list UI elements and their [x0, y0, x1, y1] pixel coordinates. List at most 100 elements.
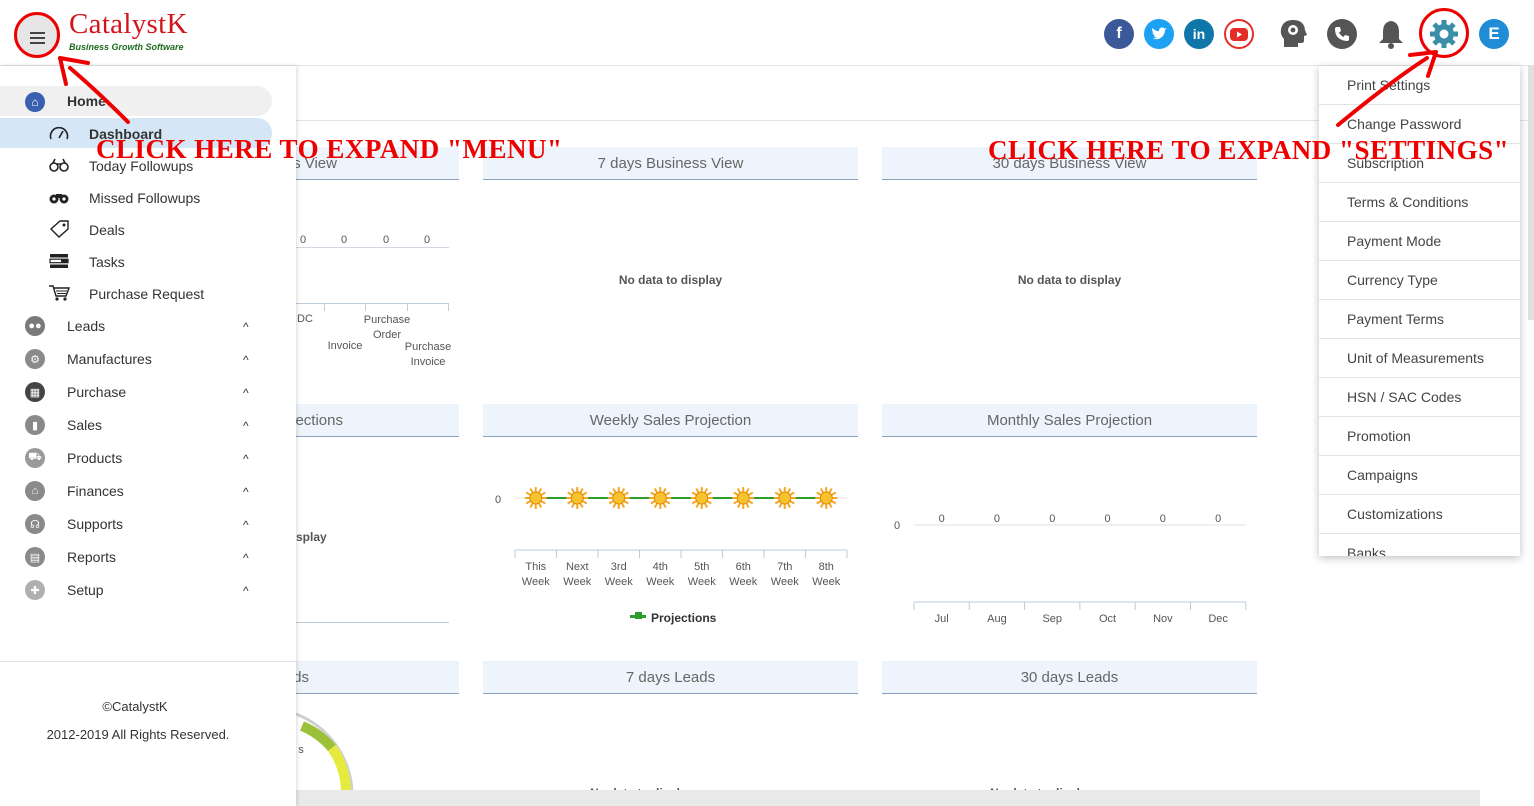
settings-item-customizations[interactable]: Customizations — [1319, 495, 1520, 534]
data-point — [566, 487, 589, 509]
x-tick-label: Week — [605, 576, 633, 588]
x-tick-label: Oct — [1099, 613, 1116, 625]
legend-label: Projections — [651, 611, 717, 625]
settings-gear-icon[interactable] — [1429, 19, 1459, 49]
expand-caret-icon: ^ — [243, 452, 249, 466]
weekly-sales-projection-title: Weekly Sales Projection — [483, 404, 858, 437]
bar-chart-icon: ▮ — [25, 415, 45, 435]
seven-days-leads-title: 7 days Leads — [483, 661, 858, 694]
facebook-icon[interactable]: f — [1104, 19, 1134, 49]
x-tick-label: 8th — [819, 561, 834, 573]
tag-icon — [48, 220, 70, 238]
x-tick-label: Week — [522, 576, 550, 588]
x-tick-label: Week — [646, 576, 674, 588]
sidebar-item-deals[interactable]: Deals — [0, 214, 272, 244]
head-gear-icon[interactable] — [1279, 19, 1309, 49]
sidebar-item-missed-followups[interactable]: Missed Followups — [0, 182, 272, 212]
data-point — [732, 487, 755, 509]
cash-register-icon: ▦ — [25, 382, 45, 402]
sidebar-item-purchase-request[interactable]: Purchase Request — [0, 278, 272, 308]
sidebar-menu: ⌂ Home Dashboard Today Followups Missed … — [0, 66, 296, 806]
bell-icon[interactable] — [1376, 19, 1406, 49]
factory-icon: ⚙ — [25, 349, 45, 369]
vertical-scrollbar[interactable] — [1528, 66, 1534, 320]
youtube-icon[interactable] — [1224, 19, 1254, 49]
settings-item-currency-type[interactable]: Currency Type — [1319, 261, 1520, 300]
settings-item-promotion[interactable]: Promotion — [1319, 417, 1520, 456]
sidebar-group-supports[interactable]: ☊ Supports ^ — [0, 508, 272, 538]
x-tick-label: Week — [729, 576, 757, 588]
sidebar-item-label: Reports — [67, 549, 117, 565]
headset-icon: ☊ — [25, 514, 45, 534]
sidebar-group-purchase[interactable]: ▦ Purchase ^ — [0, 376, 272, 406]
bar-value-label: 0 — [1104, 513, 1110, 525]
gauge-label: s — [298, 744, 304, 756]
settings-annotation-text: CLICK HERE TO EXPAND "SETTINGS" — [988, 135, 1510, 165]
x-tick-label: Sep — [1042, 613, 1062, 625]
x-tick-label: 3rd — [611, 561, 627, 573]
user-avatar[interactable]: E — [1479, 19, 1509, 49]
monthly-bar-plot: 0 0 0 0 0 0 Jul Aug Sep Oct Nov Dec — [913, 513, 1247, 625]
sidebar-item-label: Purchase Request — [89, 286, 205, 302]
sidebar-group-finances[interactable]: ⌂ Finances ^ — [0, 475, 272, 505]
twitter-icon[interactable] — [1144, 19, 1174, 49]
x-tick-label: Jul — [935, 613, 949, 625]
bar-value: 0 — [423, 234, 431, 246]
x-tick-label: 6th — [736, 561, 751, 573]
expand-caret-icon: ^ — [243, 419, 249, 433]
expand-caret-icon: ^ — [243, 485, 249, 499]
sidebar-group-setup[interactable]: ✚ Setup ^ — [0, 574, 272, 604]
thirty-days-leads-title: 30 days Leads — [882, 661, 1257, 694]
sidebar-item-label: Tasks — [89, 254, 125, 270]
expand-caret-icon: ^ — [243, 386, 249, 400]
x-tick-label: 5th — [694, 561, 709, 573]
expand-caret-icon: ^ — [243, 584, 249, 598]
people-icon: ●● — [25, 316, 45, 336]
sidebar-item-label: Purchase — [67, 384, 127, 400]
settings-item-payment-mode[interactable]: Payment Mode — [1319, 222, 1520, 261]
no-data-message: No data to display — [618, 273, 723, 287]
sidebar-group-manufactures[interactable]: ⚙ Manufactures ^ — [0, 343, 272, 373]
sidebar-item-label: Manufactures — [67, 351, 152, 367]
rights-text: 2012-2019 All Rights Reserved. — [46, 727, 230, 742]
x-tick-label: 4th — [653, 561, 668, 573]
sidebar-item-label: Setup — [67, 582, 104, 598]
sidebar-group-sales[interactable]: ▮ Sales ^ — [0, 409, 272, 439]
settings-item-payment-terms[interactable]: Payment Terms — [1319, 300, 1520, 339]
linkedin-icon[interactable]: in — [1184, 19, 1214, 49]
copyright-text: ©CatalystK — [102, 699, 168, 714]
data-point — [649, 487, 672, 509]
sidebar-item-tasks[interactable]: Tasks — [0, 246, 272, 276]
no-data-message: No data to display — [1017, 273, 1122, 287]
sidebar-group-products[interactable]: ⛟ Products ^ — [0, 442, 272, 472]
x-tick-label: Week — [771, 576, 799, 588]
settings-item-campaigns[interactable]: Campaigns — [1319, 456, 1520, 495]
sidebar-item-label: Missed Followups — [89, 190, 201, 206]
settings-item-hsn-sac-codes[interactable]: HSN / SAC Codes — [1319, 378, 1520, 417]
sidebar-group-leads[interactable]: ●● Leads ^ — [0, 310, 272, 340]
settings-item-banks[interactable]: Banks — [1319, 534, 1520, 556]
app-root: s View 0 0 0 0 DC Invoice Purchase Order… — [0, 0, 1534, 806]
expand-caret-icon: ^ — [243, 518, 249, 532]
settings-item-unit-of-measurements[interactable]: Unit of Measurements — [1319, 339, 1520, 378]
settings-item-print-settings[interactable]: Print Settings — [1319, 66, 1520, 105]
sidebar-footer-divider — [0, 661, 296, 662]
expand-caret-icon: ^ — [243, 320, 249, 334]
tasks-icon — [48, 252, 70, 270]
bar-value-label: 0 — [939, 513, 945, 525]
sidebar-item-label: Sales — [67, 417, 103, 433]
sidebar-item-home[interactable]: ⌂ Home — [0, 86, 272, 116]
legend-marker — [635, 612, 642, 619]
cart-icon: ⛟ — [25, 448, 45, 468]
top-header: CatalystK Business Growth Software f in — [0, 0, 1534, 66]
phone-icon[interactable] — [1327, 19, 1357, 49]
settings-item-terms-conditions[interactable]: Terms & Conditions — [1319, 183, 1520, 222]
home-icon: ⌂ — [25, 92, 45, 112]
data-point — [524, 487, 547, 509]
no-data-message: splay — [296, 530, 327, 544]
sidebar-group-reports[interactable]: ▤ Reports ^ — [0, 541, 272, 571]
menu-toggle-button[interactable] — [14, 12, 60, 58]
weekly-line-plot: This Week Next Week 3rd Week 4th Week 5th Week 6th… — [514, 487, 848, 588]
monthly-sales-projection-title: Monthly Sales Projection — [882, 404, 1257, 437]
menu-annotation-text: CLICK HERE TO EXPAND "MENU" — [96, 134, 563, 164]
